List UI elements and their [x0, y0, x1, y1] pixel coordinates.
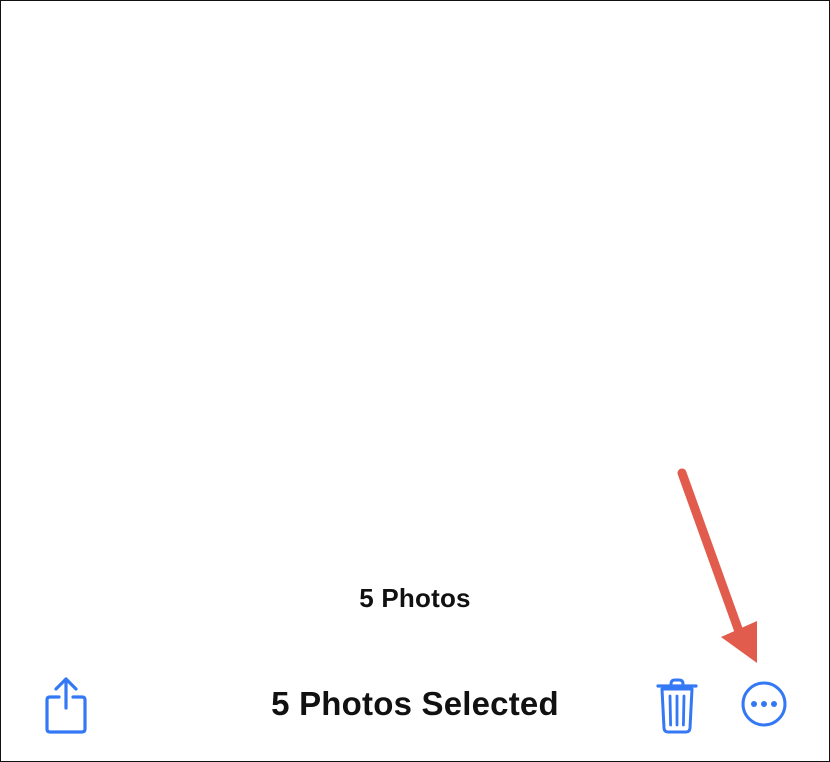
- delete-button[interactable]: [653, 675, 701, 737]
- ellipsis-circle-icon: [741, 681, 787, 727]
- bottom-toolbar: 5 Photos Selected: [1, 665, 829, 745]
- photos-selection-screen: 5 Photos 5 Photos Selected: [0, 0, 830, 762]
- selection-title: 5 Photos Selected: [271, 685, 559, 722]
- trash-icon: [656, 678, 698, 734]
- more-options-button[interactable]: [739, 679, 789, 729]
- photo-count-label: 5 Photos: [359, 583, 471, 613]
- annotation-arrow: [677, 468, 757, 663]
